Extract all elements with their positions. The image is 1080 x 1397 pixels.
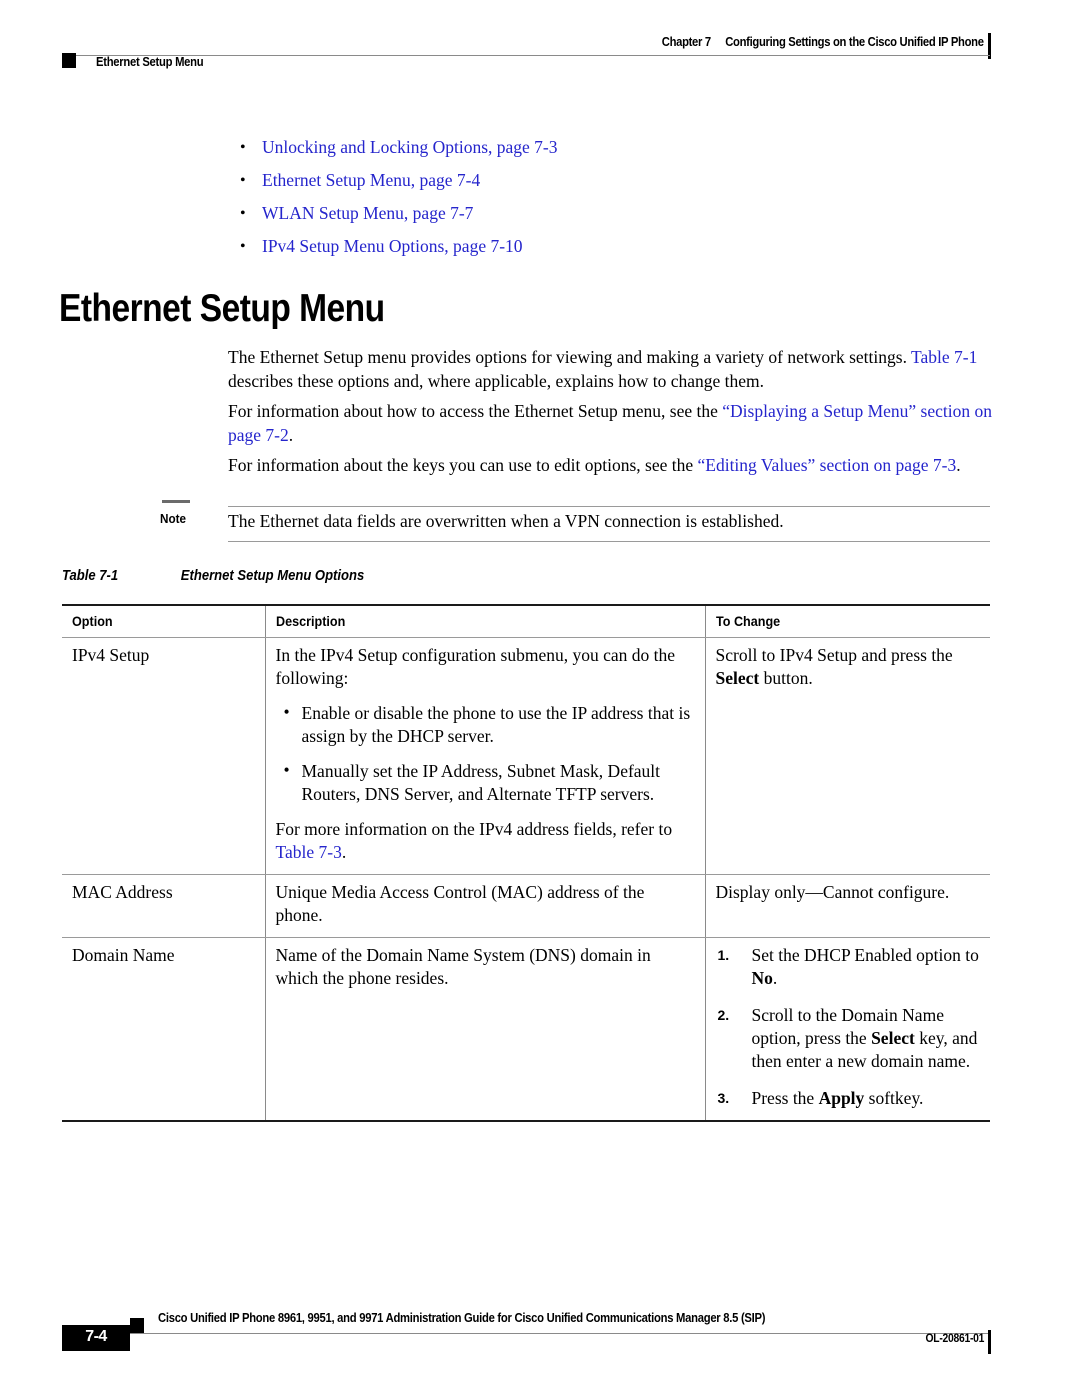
column-header-option: Option <box>62 604 265 638</box>
paragraph-text: For information about the keys you can u… <box>228 455 698 475</box>
header-chapter-title: Configuring Settings on the Cisco Unifie… <box>725 35 985 49</box>
table-row: MAC Address Unique Media Access Control … <box>62 874 990 938</box>
table-caption: Table 7-1 Ethernet Setup Menu Options <box>62 568 364 584</box>
footer-marker-icon <box>130 1318 144 1333</box>
note-rule-bottom <box>228 541 990 542</box>
column-header-to-change: To Change <box>704 604 990 638</box>
page-title: Ethernet Setup Menu <box>59 287 385 330</box>
cell-to-change: Display only—Cannot configure. <box>704 874 990 938</box>
desc-outro-text: . <box>341 842 347 862</box>
change-step-list: 1. Set the DHCP Enabled option to No. 2. S… <box>716 944 981 1110</box>
cell-to-change: Scroll to IPv4 Setup and press the Selec… <box>704 637 990 875</box>
desc-bullet-list: Enable or disable the phone to use the I… <box>276 701 695 806</box>
table-caption-number: Table 7-1 <box>62 568 119 584</box>
step-text: Set the DHCP Enabled option to <box>751 945 979 965</box>
table-row: Domain Name Name of the Domain Name Syst… <box>62 937 990 1122</box>
note-rule-top <box>228 506 990 507</box>
note-label: Note <box>160 511 187 526</box>
desc-outro-text: For more information on the IPv4 address… <box>275 819 673 839</box>
step-number: 1. <box>717 947 730 963</box>
page-footer: Cisco Unified IP Phone 8961, 9951, and 9… <box>0 1290 1080 1370</box>
change-text: Scroll to IPv4 Setup and press the <box>715 645 953 665</box>
paragraph-text: The Ethernet Setup menu provides options… <box>228 347 912 367</box>
change-text: button. <box>759 668 813 688</box>
step-number: 2. <box>717 1007 730 1023</box>
step-text: softkey. <box>864 1088 924 1108</box>
table-header-row: Option Description To Change <box>62 604 990 638</box>
ethernet-setup-options-table: Option Description To Change IPv4 Setup … <box>62 604 990 1122</box>
desc-outro: For more information on the IPv4 address… <box>276 818 695 864</box>
key-name: No <box>751 968 773 988</box>
table-link[interactable]: Table 7-3 <box>276 842 342 862</box>
note-text: The Ethernet data fields are overwritten… <box>228 511 784 531</box>
paragraph-text: For information about how to access the … <box>228 401 723 421</box>
footer-guide-title: Cisco Unified IP Phone 8961, 9951, and 9… <box>158 1311 766 1325</box>
header-chapter-number: Chapter 7 <box>662 35 712 49</box>
paragraph-text: . <box>956 455 961 475</box>
list-item: 3. Press the Apply softkey. <box>716 1087 981 1110</box>
cell-option: MAC Address <box>62 874 265 938</box>
table-link[interactable]: Table 7-1 <box>911 347 977 367</box>
cell-description: Name of the Domain Name System (DNS) dom… <box>264 937 705 1122</box>
list-item[interactable]: Ethernet Setup Menu, page 7-4 <box>236 169 976 192</box>
paragraph-text: . <box>288 425 294 445</box>
list-item: 1. Set the DHCP Enabled option to No. <box>716 944 981 990</box>
list-item[interactable]: IPv4 Setup Menu Options, page 7-10 <box>236 235 976 258</box>
intro-paragraph-2: For information about how to access the … <box>228 399 998 447</box>
footer-end-bar <box>988 1330 991 1354</box>
cell-option: Domain Name <box>62 937 265 1122</box>
footer-document-id: OL-20861-01 <box>925 1333 984 1345</box>
list-item: 2. Scroll to the Domain Name option, pres… <box>716 1004 981 1073</box>
column-header-description: Description <box>264 604 705 638</box>
header-marker-icon <box>62 53 76 68</box>
page-header: Chapter 7 Configuring Settings on the Cis… <box>0 0 1080 90</box>
crosslink-list: Unlocking and Locking Options, page 7-3 … <box>236 136 976 268</box>
header-section-title: Ethernet Setup Menu <box>96 55 204 69</box>
list-item: Enable or disable the phone to use the I… <box>276 701 695 748</box>
list-item: Manually set the IP Address, Subnet Mask… <box>276 759 695 806</box>
desc-intro: In the IPv4 Setup configuration submenu,… <box>275 645 676 688</box>
list-item[interactable]: Unlocking and Locking Options, page 7-3 <box>236 136 976 159</box>
paragraph-text: describes these options and, where appli… <box>228 371 765 391</box>
cell-to-change: 1. Set the DHCP Enabled option to No. 2. S… <box>704 937 990 1122</box>
table-caption-title: Ethernet Setup Menu Options <box>180 568 365 584</box>
table-row: IPv4 Setup In the IPv4 Setup configurati… <box>62 637 990 875</box>
key-name: Apply <box>818 1088 865 1108</box>
section-link[interactable]: “Editing Values” section on page 7-3 <box>698 455 957 475</box>
intro-paragraph-3: For information about the keys you can u… <box>228 453 998 477</box>
header-chapter-line: Chapter 7 Configuring Settings on the Cis… <box>662 35 984 49</box>
step-text: . <box>772 968 778 988</box>
key-name: Select <box>715 668 760 688</box>
intro-paragraph-1: The Ethernet Setup menu provides options… <box>228 345 998 393</box>
cell-description: Unique Media Access Control (MAC) addres… <box>264 874 705 938</box>
key-name: Select <box>871 1028 915 1048</box>
page-number: 7-4 <box>85 1328 107 1345</box>
step-number: 3. <box>717 1090 730 1106</box>
cell-description: In the IPv4 Setup configuration submenu,… <box>264 637 705 875</box>
footer-rule <box>62 1333 990 1334</box>
step-text: Press the <box>751 1088 819 1108</box>
cell-option: IPv4 Setup <box>62 637 265 875</box>
note-tick-icon <box>162 500 190 503</box>
list-item[interactable]: WLAN Setup Menu, page 7-7 <box>236 202 976 225</box>
